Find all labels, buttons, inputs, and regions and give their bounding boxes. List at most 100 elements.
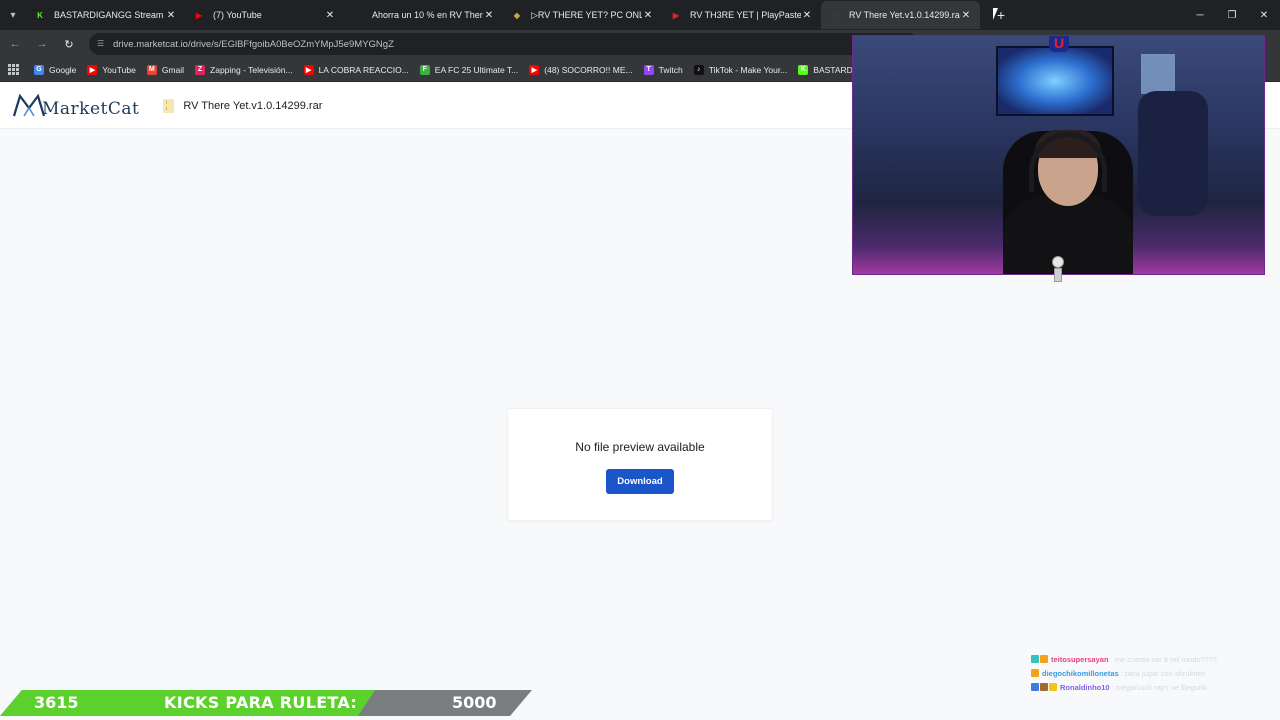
- chat-badge-icon: [1031, 683, 1039, 691]
- tab-title: BASTARDIGANGG Stream - Wa: [54, 10, 165, 20]
- address-bar[interactable]: ☰ drive.marketcat.io/drive/s/EGlBFfgoibA…: [89, 33, 919, 55]
- bookmark-item[interactable]: T Twitch: [643, 64, 683, 75]
- bookmark-label: EA FC 25 Ultimate T...: [434, 64, 519, 75]
- kicks-current: 3615: [34, 693, 79, 712]
- back-icon[interactable]: ←: [3, 32, 27, 56]
- mouse-cursor-icon: [993, 8, 1003, 20]
- bookmark-label: TikTok - Make Your...: [708, 64, 788, 75]
- playpaste-icon: ▶: [672, 10, 680, 20]
- chat-badges: [1031, 683, 1058, 691]
- marketcat-logo-icon: [12, 93, 46, 116]
- tab-title: RV TH3RE YET | PlayPaste: [690, 10, 801, 20]
- bookmark-label: Gmail: [161, 64, 185, 75]
- bookmark-item[interactable]: ▶ (48) SOCORRO!! ME...: [529, 64, 633, 75]
- wall-led-panel: [996, 46, 1114, 116]
- streamer-webcam: U: [852, 35, 1265, 275]
- close-window-icon[interactable]: ✕: [1248, 0, 1280, 30]
- chat-message: Ronaldinho10: mega/cuck rap'r ve filegur…: [1031, 680, 1271, 694]
- chat-text: : mega/cuck rap'r ve filegurlo: [1111, 682, 1208, 692]
- tab-strip: ▾ KBASTARDIGANGG Stream - Wa✕▶(7) YouTub…: [0, 0, 1280, 30]
- bookmark-item[interactable]: ▶ YouTube: [87, 64, 136, 75]
- bookmark-label: Zapping - Televisión...: [210, 64, 293, 75]
- restore-icon[interactable]: ❐: [1216, 0, 1248, 30]
- minimize-icon[interactable]: ─: [1184, 0, 1216, 30]
- tab-title: Ahorra un 10 % en RV There Ye: [372, 10, 483, 20]
- bookmark-label: (48) SOCORRO!! ME...: [544, 64, 633, 75]
- browser-tab[interactable]: K BASTARDIGANGG Stream - Wa✕: [26, 1, 185, 29]
- futbin-icon: F: [419, 64, 430, 75]
- bookmark-item[interactable]: ♪ TikTok - Make Your...: [693, 64, 788, 75]
- bookmark-list: G Google ▶ YouTube M Gmail Z Zapping - Televisi…: [34, 64, 909, 75]
- bookmark-item[interactable]: Z Zapping - Televisión...: [195, 64, 293, 75]
- gmail-icon: M: [146, 64, 157, 75]
- steam-icon: ✔: [354, 10, 362, 20]
- chat-message: teitosupersayan: me cuesta ser 8 mil mod…: [1031, 652, 1271, 666]
- url-text: drive.marketcat.io/drive/s/EGlBFfgoibA0B…: [113, 38, 394, 50]
- youtube-icon: ▶: [87, 64, 98, 75]
- streamer-body: [1003, 196, 1133, 274]
- chat-badge-icon: [1031, 655, 1039, 663]
- close-tab-icon[interactable]: ✕: [165, 10, 177, 21]
- close-tab-icon[interactable]: ✕: [324, 10, 336, 21]
- bookmark-label: YouTube: [102, 64, 136, 75]
- bookmark-item[interactable]: G Google: [34, 64, 77, 75]
- youtube-icon: ▶: [195, 10, 203, 20]
- window-controls: ─ ❐ ✕: [1184, 0, 1280, 30]
- youtube-icon: ▶: [303, 64, 314, 75]
- tab-title: RV There Yet.v1.0.14299.rar - M: [849, 10, 960, 20]
- tab-search-button[interactable]: ▾: [0, 2, 26, 28]
- reload-icon[interactable]: ↻: [57, 32, 81, 56]
- chat-badge-icon: [1040, 683, 1048, 691]
- twitch-icon: T: [643, 64, 654, 75]
- bookmark-item[interactable]: M Gmail: [146, 64, 185, 75]
- game-icon: ◆: [513, 10, 521, 20]
- bookmark-item[interactable]: ▶ LA COBRA REACCIO...: [303, 64, 409, 75]
- close-tab-icon[interactable]: ✕: [960, 10, 972, 21]
- browser-tab[interactable]: ◌ RV There Yet.v1.0.14299.rar - M✕: [821, 1, 980, 29]
- chat-badge-icon: [1031, 669, 1039, 677]
- browser-tab[interactable]: ▶ RV TH3RE YET | PlayPaste ✕: [662, 1, 821, 29]
- close-tab-icon[interactable]: ✕: [801, 10, 813, 21]
- apps-grid-icon[interactable]: [8, 63, 20, 76]
- archive-file-icon: [163, 98, 175, 113]
- close-tab-icon[interactable]: ✕: [483, 10, 495, 21]
- youtube-icon: ▶: [529, 64, 540, 75]
- close-tab-icon[interactable]: ✕: [642, 10, 654, 21]
- tiktok-icon: ♪: [693, 64, 704, 75]
- bookmark-item[interactable]: F EA FC 25 Ultimate T...: [419, 64, 519, 75]
- kicks-goal-bar: 3615 KICKS PARA RULETA: 5000: [0, 690, 540, 716]
- kick-icon: K: [37, 10, 43, 20]
- chat-badge-icon: [1049, 683, 1057, 691]
- tab-title: (7) YouTube: [213, 10, 262, 20]
- chat-text: : me cuesta ser 8 mil mods????: [1110, 654, 1217, 664]
- chat-badges: [1031, 655, 1049, 663]
- logo-text: MarketCat: [42, 98, 140, 119]
- site-info-icon[interactable]: ☰: [97, 39, 107, 49]
- bookmark-label: Twitch: [658, 64, 683, 75]
- kicks-goal: 5000: [452, 693, 497, 712]
- zapping-icon: Z: [195, 64, 206, 75]
- kick-icon: K: [798, 64, 809, 75]
- forward-icon[interactable]: →: [30, 32, 54, 56]
- bookmark-label: Google: [49, 64, 77, 75]
- download-button[interactable]: Download: [606, 469, 674, 494]
- browser-tab[interactable]: ▶ (7) YouTube ✕: [185, 1, 344, 29]
- chat-badges: [1031, 669, 1040, 677]
- chat-text: : para jugar con shrulmen: [1120, 668, 1206, 678]
- browser-tab[interactable]: ◆ ▷RV THERE YET? PC ONLINE S✕: [503, 1, 662, 29]
- tab-list: KBASTARDIGANGG Stream - Wa✕▶(7) YouTube✕…: [26, 1, 980, 29]
- stream-chat: teitosupersayan: me cuesta ser 8 mil mod…: [1031, 652, 1271, 694]
- chat-username: Ronaldinho10: [1060, 682, 1110, 692]
- trophy-icon: [1052, 256, 1064, 282]
- chat-message: diegochikomillonetas: para jugar con shr…: [1031, 666, 1271, 680]
- browser-tab[interactable]: ✔ Ahorra un 10 % en RV There Ye✕: [344, 1, 503, 29]
- file-breadcrumb: RV There Yet.v1.0.14299.rar: [163, 98, 323, 113]
- marketcat-logo[interactable]: MarketCat: [12, 91, 139, 121]
- chat-username: teitosupersayan: [1051, 654, 1109, 664]
- tab-title: ▷RV THERE YET? PC ONLINE S: [531, 9, 642, 20]
- second-gaming-chair: [1138, 91, 1208, 216]
- club-badge: U: [1049, 36, 1069, 52]
- google-icon: G: [34, 64, 44, 75]
- chat-username: diegochikomillonetas: [1042, 668, 1119, 678]
- file-name: RV There Yet.v1.0.14299.rar: [183, 99, 323, 112]
